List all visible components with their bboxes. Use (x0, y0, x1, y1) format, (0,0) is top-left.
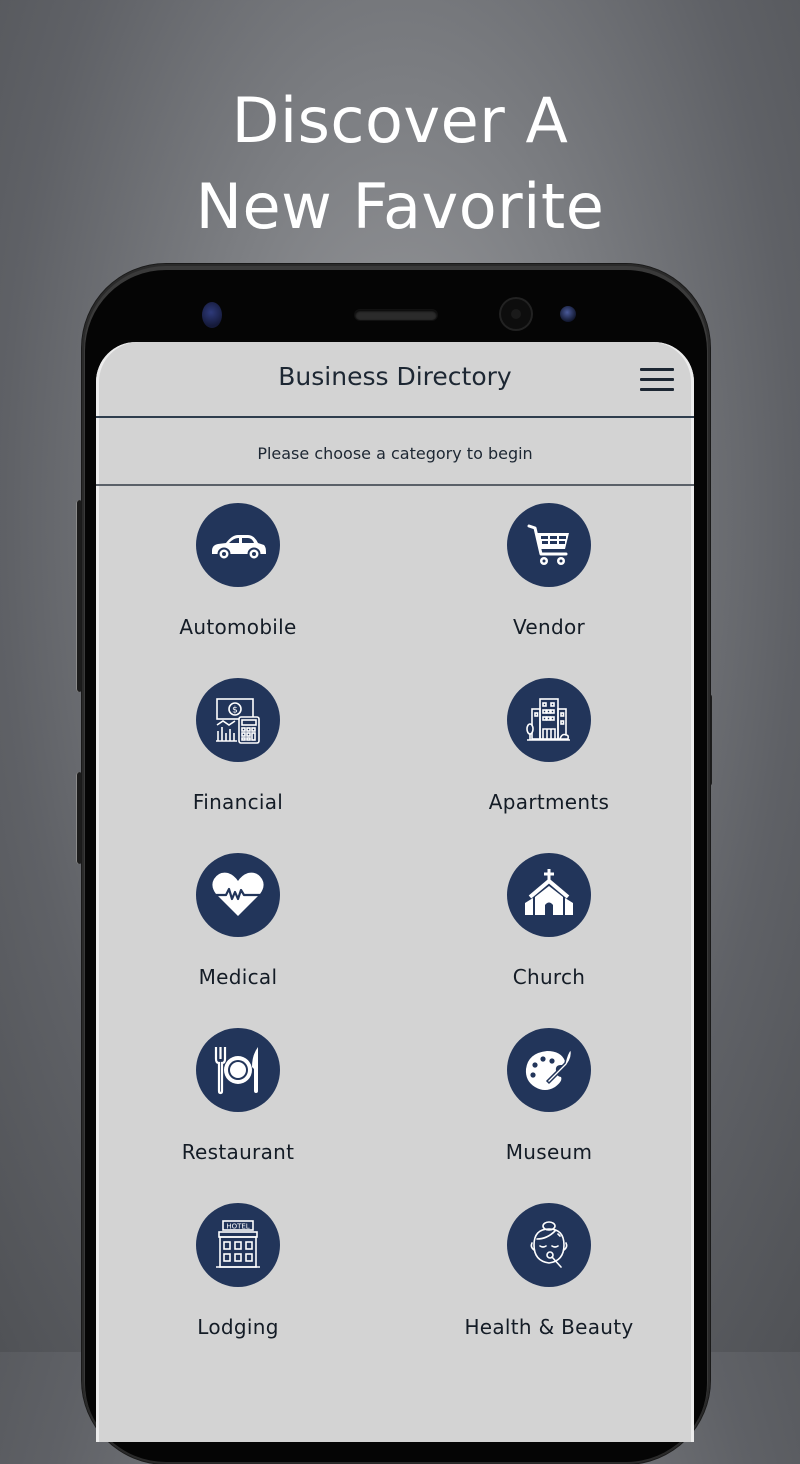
category-medical[interactable]: Medical (138, 853, 338, 989)
category-label: Financial (192, 790, 284, 814)
heartbeat-icon (212, 872, 264, 916)
category-apartments[interactable]: Apartments (449, 678, 649, 814)
finance-calculator-icon: $ (216, 698, 260, 744)
category-label: Vendor (512, 615, 586, 639)
category-label: Apartments (488, 790, 610, 814)
category-icon-circle (507, 853, 591, 937)
category-icon-circle (507, 678, 591, 762)
instruction-text: Please choose a category to begin (257, 443, 533, 463)
hamburger-menu-icon-bar (640, 378, 674, 381)
category-museum[interactable]: Museum (449, 1028, 649, 1164)
category-label: Museum (505, 1140, 593, 1164)
hamburger-menu-button[interactable] (640, 368, 674, 392)
category-label: Automobile (179, 615, 297, 639)
promo-headline: Discover A New Favorite (0, 78, 800, 250)
category-vendor[interactable]: Vendor (449, 503, 649, 639)
iris-sensor-icon (560, 306, 576, 322)
category-automobile[interactable]: Automobile (138, 503, 338, 639)
category-church[interactable]: Church (449, 853, 649, 989)
headline-line-2: New Favorite (195, 170, 605, 243)
category-icon-circle (196, 503, 280, 587)
category-icon-circle (196, 1028, 280, 1112)
category-label: Health & Beauty (464, 1315, 634, 1339)
instruction-bar: Please choose a category to begin (96, 418, 694, 486)
face-makeup-icon (530, 1221, 568, 1268)
category-icon-circle: HOTEL (196, 1203, 280, 1287)
church-icon (525, 869, 573, 915)
plate-cutlery-icon (214, 1047, 258, 1095)
app-title: Business Directory (278, 362, 512, 391)
app-screen: Business Directory Please choose a categ… (96, 342, 694, 1442)
hamburger-menu-icon-bar (640, 388, 674, 391)
category-financial[interactable]: $ Financial (138, 678, 338, 814)
paint-palette-icon (525, 1047, 573, 1090)
category-restaurant[interactable]: Restaurant (138, 1028, 338, 1164)
headline-line-1: Discover A (231, 84, 569, 157)
category-label: Medical (198, 965, 278, 989)
hotel-icon: HOTEL (216, 1220, 260, 1268)
svg-text:$: $ (232, 706, 238, 716)
category-lodging[interactable]: HOTEL Lodging (138, 1203, 338, 1339)
category-icon-circle (507, 1203, 591, 1287)
hamburger-menu-icon (640, 368, 674, 371)
shopping-cart-icon (527, 524, 569, 565)
category-label: Church (512, 965, 586, 989)
apartment-building-icon (526, 698, 570, 741)
svg-text:HOTEL: HOTEL (226, 1223, 249, 1231)
car-icon (212, 535, 266, 561)
category-icon-circle (507, 1028, 591, 1112)
category-label: Restaurant (181, 1140, 295, 1164)
category-icon-circle (196, 853, 280, 937)
category-health-beauty[interactable]: Health & Beauty (449, 1203, 649, 1339)
front-camera-icon (501, 299, 531, 329)
category-label: Lodging (197, 1315, 279, 1339)
category-icon-circle: $ (196, 678, 280, 762)
app-header: Business Directory (96, 342, 694, 418)
proximity-sensor-icon (202, 302, 222, 328)
category-icon-circle (507, 503, 591, 587)
earpiece-speaker (355, 310, 437, 320)
